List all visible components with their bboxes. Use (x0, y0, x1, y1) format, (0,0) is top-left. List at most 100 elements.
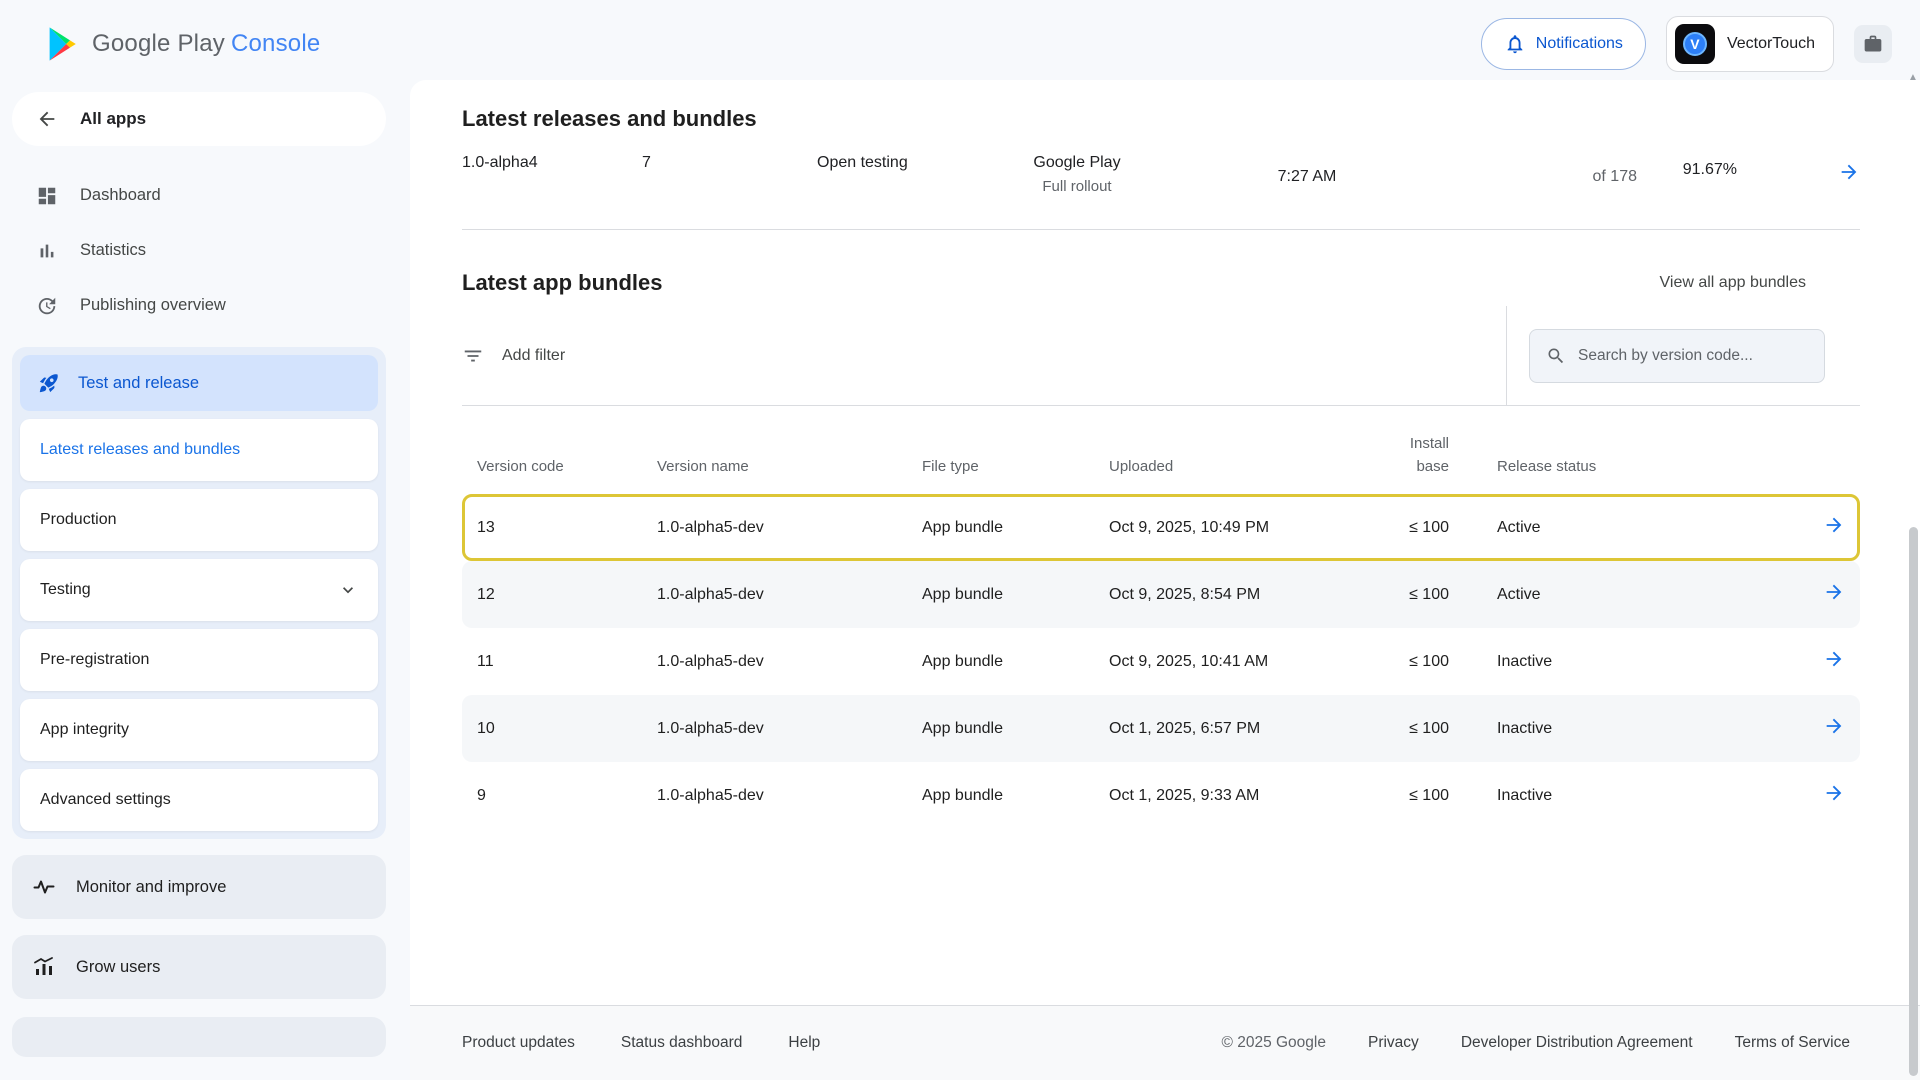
add-filter-button[interactable]: Add filter (462, 345, 1506, 367)
google-play-console-logo[interactable]: Google PlayConsole (44, 24, 320, 64)
release-rollout: Full rollout (967, 178, 1187, 195)
sub-item-label: App integrity (40, 721, 129, 739)
arrow-right-icon[interactable] (1823, 581, 1845, 603)
cell-file-type: App bundle (922, 653, 1109, 671)
col-file-type: File type (922, 456, 1109, 479)
sidebar-item-pre-registration[interactable]: Pre-registration (20, 629, 378, 691)
col-version-code: Version code (477, 456, 657, 479)
cell-file-type: App bundle (922, 720, 1109, 738)
col-uploaded: Uploaded (1109, 456, 1339, 479)
back-all-apps[interactable]: All apps (12, 92, 386, 146)
bundles-table: 13 1.0-alpha5-dev App bundle Oct 9, 2025… (462, 494, 1860, 829)
sidebar-group-partial[interactable] (12, 1017, 386, 1057)
cell-version-code: 12 (477, 586, 657, 604)
notifications-label: Notifications (1536, 35, 1623, 53)
organization-button[interactable] (1854, 25, 1892, 63)
cell-file-type: App bundle (922, 586, 1109, 604)
sidebar-item-publishing-overview[interactable]: Publishing overview (12, 278, 386, 333)
sub-item-label: Pre-registration (40, 651, 149, 669)
add-filter-label: Add filter (502, 347, 565, 365)
cell-uploaded: Oct 9, 2025, 8:54 PM (1109, 586, 1339, 604)
table-row[interactable]: 10 1.0-alpha5-dev App bundle Oct 1, 2025… (462, 695, 1860, 762)
cell-uploaded: Oct 9, 2025, 10:49 PM (1109, 519, 1339, 537)
footer-link-dda[interactable]: Developer Distribution Agreement (1461, 1034, 1693, 1052)
arrow-right-icon[interactable] (1823, 715, 1845, 737)
sidebar-item-advanced-settings[interactable]: Advanced settings (20, 769, 378, 831)
sidebar-item-testing[interactable]: Testing (20, 559, 378, 621)
cell-install-base: ≤ 100 (1339, 586, 1449, 604)
footer-link-status-dashboard[interactable]: Status dashboard (621, 1034, 743, 1052)
footer-copyright: © 2025 Google (1221, 1034, 1326, 1052)
cell-version-code: 10 (477, 720, 657, 738)
account-switcher[interactable]: V VectorTouch (1666, 16, 1834, 72)
table-row[interactable]: 12 1.0-alpha5-dev App bundle Oct 9, 2025… (462, 561, 1860, 628)
test-and-release-label: Test and release (78, 374, 199, 393)
cell-version-code: 9 (477, 787, 657, 805)
view-all-app-bundles-link[interactable]: View all app bundles (1660, 274, 1806, 292)
sidebar-item-latest-releases[interactable]: Latest releases and bundles (20, 419, 378, 481)
scrollbar-thumb[interactable] (1909, 527, 1918, 1076)
sidebar-item-monitor-and-improve[interactable]: Monitor and improve (12, 855, 386, 919)
col-version-name: Version name (657, 456, 922, 479)
rocket-icon (38, 372, 60, 394)
release-time: 7:27 AM (1187, 168, 1427, 186)
sidebar-item-label: Statistics (80, 241, 146, 260)
sidebar-item-dashboard[interactable]: Dashboard (12, 168, 386, 223)
sub-item-label: Production (40, 511, 117, 529)
sidebar-item-grow-users[interactable]: Grow users (12, 935, 386, 999)
account-name: VectorTouch (1727, 35, 1815, 53)
cell-install-base: ≤ 100 (1339, 653, 1449, 671)
cell-install-base: ≤ 100 (1339, 720, 1449, 738)
latest-release-row[interactable]: 1.0-alpha4 7 Open testing Google Play Fu… (462, 146, 1860, 230)
cell-version-code: 11 (477, 653, 657, 671)
footer-link-help[interactable]: Help (788, 1034, 820, 1052)
release-install-total: of 178 (1427, 168, 1637, 186)
footer-link-tos[interactable]: Terms of Service (1735, 1034, 1850, 1052)
vertical-scrollbar[interactable]: ▲ (1907, 70, 1920, 1080)
grow-icon (32, 955, 56, 979)
cell-release-status: Inactive (1449, 653, 1765, 671)
chevron-down-icon (338, 580, 358, 600)
notifications-button[interactable]: Notifications (1481, 18, 1646, 70)
footer-link-product-updates[interactable]: Product updates (462, 1034, 575, 1052)
cell-version-name: 1.0-alpha5-dev (657, 586, 922, 604)
footer-link-privacy[interactable]: Privacy (1368, 1034, 1419, 1052)
table-row[interactable]: 9 1.0-alpha5-dev App bundle Oct 1, 2025,… (462, 762, 1860, 829)
main-content: Latest releases and bundles 1.0-alpha4 7… (410, 80, 1920, 1005)
sidebar: All apps Dashboard Statistics Publishing… (10, 88, 388, 1080)
arrow-left-icon (36, 108, 58, 130)
scrollbar-up-arrow[interactable]: ▲ (1908, 72, 1918, 83)
sidebar-item-app-integrity[interactable]: App integrity (20, 699, 378, 761)
sidebar-item-test-and-release[interactable]: Test and release (20, 355, 378, 411)
arrow-right-icon[interactable] (1823, 782, 1845, 804)
arrow-right-icon[interactable] (1823, 514, 1845, 536)
search-input[interactable] (1578, 347, 1808, 365)
cell-release-status: Active (1449, 586, 1765, 604)
search-icon (1546, 346, 1566, 366)
publishing-overview-icon (36, 295, 58, 317)
cell-uploaded: Oct 1, 2025, 6:57 PM (1109, 720, 1339, 738)
table-row[interactable]: 11 1.0-alpha5-dev App bundle Oct 9, 2025… (462, 628, 1860, 695)
cell-version-name: 1.0-alpha5-dev (657, 519, 922, 537)
release-version-name: 1.0-alpha4 (462, 154, 642, 172)
sidebar-item-statistics[interactable]: Statistics (12, 223, 386, 278)
table-row[interactable]: 13 1.0-alpha5-dev App bundle Oct 9, 2025… (462, 494, 1860, 561)
cell-install-base: ≤ 100 (1339, 787, 1449, 805)
latest-app-bundles-title: Latest app bundles (462, 270, 662, 296)
arrow-right-icon[interactable] (1838, 161, 1860, 183)
table-header: Version code Version name File type Uplo… (462, 406, 1860, 494)
logo-text-google-play: Google Play (92, 30, 225, 57)
cell-uploaded: Oct 1, 2025, 9:33 AM (1109, 787, 1339, 805)
search-box[interactable] (1529, 329, 1825, 383)
sidebar-item-label: Publishing overview (80, 296, 226, 315)
filter-bar: Add filter (462, 306, 1860, 406)
avatar-logo: V (1683, 32, 1707, 56)
avatar: V (1675, 24, 1715, 64)
filter-icon (462, 345, 484, 367)
all-apps-label: All apps (80, 109, 146, 129)
sidebar-item-production[interactable]: Production (20, 489, 378, 551)
dashboard-icon (36, 185, 58, 207)
release-percent: 91.67% (1637, 161, 1737, 179)
cell-file-type: App bundle (922, 519, 1109, 537)
arrow-right-icon[interactable] (1823, 648, 1845, 670)
